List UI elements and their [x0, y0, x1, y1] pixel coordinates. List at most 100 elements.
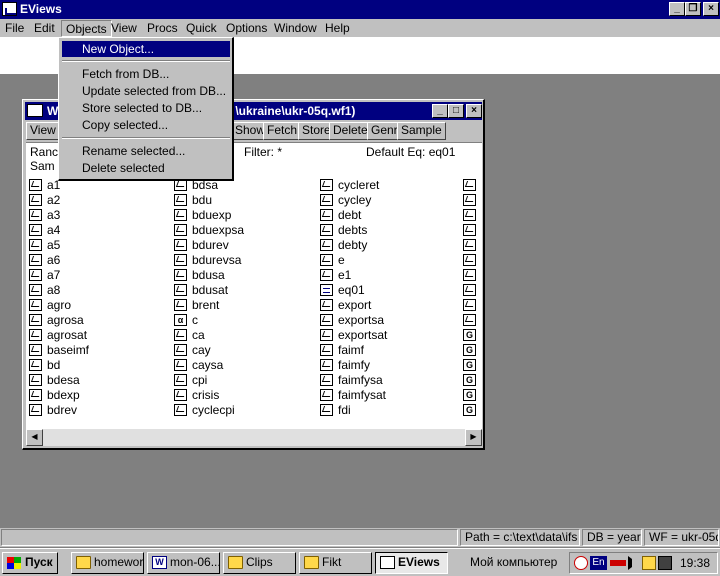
network-icon[interactable] — [574, 556, 588, 570]
app-titlebar: EViews _ ❐ × — [0, 0, 720, 19]
wf-close-icon[interactable]: × — [466, 104, 482, 118]
series-icon — [320, 269, 333, 281]
objects-menu: New Object... Fetch from DB... Update se… — [58, 37, 234, 181]
my-computer-label[interactable]: Мой компьютер — [470, 555, 557, 569]
series-icon — [29, 314, 42, 326]
start-button[interactable]: Пуск — [2, 552, 58, 574]
status-message — [1, 529, 458, 546]
wf-maximize-icon[interactable]: □ — [448, 104, 464, 118]
menu-update-from-db[interactable]: Update selected from DB... — [62, 83, 230, 99]
system-tray: En 19:38 — [569, 552, 718, 574]
series-icon — [29, 374, 42, 386]
object-name: exportsat — [338, 328, 388, 342]
menu-rename-selected[interactable]: Rename selected... — [62, 143, 230, 159]
task-fikt[interactable]: Fikt — [299, 552, 372, 574]
menu-options[interactable]: Options — [226, 21, 267, 35]
task-eviews[interactable]: EViews — [375, 552, 448, 574]
object-name: a8 — [47, 283, 61, 297]
menu-quick[interactable]: Quick — [186, 21, 217, 35]
object-name: bdexp — [47, 388, 80, 402]
clock[interactable]: 19:38 — [680, 556, 710, 570]
task-word-doc[interactable]: W mon-06... — [147, 552, 220, 574]
eviews-app-icon — [380, 556, 395, 569]
object-name: export — [338, 298, 372, 312]
menu-fetch-from-db[interactable]: Fetch from DB... — [62, 66, 230, 82]
series-icon — [174, 269, 187, 281]
series-icon — [463, 284, 476, 296]
menu-objects[interactable]: Objects — [61, 20, 112, 37]
minimize-icon[interactable]: _ — [669, 2, 685, 16]
filter-label[interactable]: Filter: * — [244, 145, 282, 159]
group-icon: G — [463, 359, 476, 371]
group-icon: G — [463, 329, 476, 341]
series-icon — [463, 254, 476, 266]
series-icon — [29, 194, 42, 206]
series-icon — [174, 194, 187, 206]
task-clips[interactable]: Clips — [223, 552, 296, 574]
equation-icon — [320, 284, 333, 296]
restore-icon[interactable]: ❐ — [685, 2, 701, 16]
menu-procs[interactable]: Procs — [147, 21, 178, 35]
language-indicator[interactable]: En — [590, 556, 607, 570]
object-name: e1 — [338, 268, 352, 282]
workfile-hscrollbar[interactable]: ◀ ▶ — [26, 429, 482, 446]
taskbar: Пуск homework W mon-06... Clips Fikt EVi… — [0, 548, 720, 576]
task-homework[interactable]: homework — [71, 552, 144, 574]
object-name: faimf — [338, 343, 365, 357]
series-icon — [320, 239, 333, 251]
monitor-icon[interactable] — [658, 556, 672, 570]
menu-separator — [62, 137, 230, 139]
menu-file[interactable]: File — [5, 21, 24, 35]
object-name: cay — [192, 343, 211, 357]
wf-sample-button[interactable]: Sample — [397, 122, 446, 140]
plug-icon[interactable] — [610, 560, 626, 566]
menu-separator — [62, 60, 230, 62]
object-name: a2 — [47, 193, 61, 207]
menu-help[interactable]: Help — [325, 21, 350, 35]
group-icon: G — [463, 374, 476, 386]
wf-fetch-button[interactable]: Fetch — [263, 122, 302, 140]
menu-view[interactable]: View — [111, 21, 137, 35]
series-icon — [174, 404, 187, 416]
app-title: EViews — [20, 2, 62, 16]
close-icon[interactable]: × — [703, 2, 719, 16]
eviews-app-icon[interactable] — [2, 2, 17, 16]
series-icon — [320, 209, 333, 221]
speaker-icon[interactable] — [628, 556, 638, 570]
menu-delete-selected[interactable]: Delete selected — [62, 160, 230, 176]
object-name: bd — [47, 358, 61, 372]
scroll-left-icon[interactable]: ◀ — [26, 429, 43, 446]
object-name: crisis — [192, 388, 220, 402]
object-name: debt — [338, 208, 362, 222]
object-name: agrosat — [47, 328, 88, 342]
object-name: cpi — [192, 373, 208, 387]
menu-edit[interactable]: Edit — [34, 21, 55, 35]
printer-icon[interactable] — [642, 556, 656, 570]
menu-store-to-db[interactable]: Store selected to DB... — [62, 100, 230, 116]
series-icon — [320, 254, 333, 266]
series-icon — [29, 224, 42, 236]
menu-copy-selected[interactable]: Copy selected... — [62, 117, 230, 133]
menubar: File Edit Objects View Procs Quick Optio… — [0, 19, 720, 37]
series-icon — [463, 299, 476, 311]
menu-window[interactable]: Window — [274, 21, 317, 35]
series-icon — [174, 329, 187, 341]
scroll-right-icon[interactable]: ▶ — [465, 429, 482, 446]
series-icon — [320, 344, 333, 356]
folder-icon — [76, 556, 91, 569]
series-icon — [320, 329, 333, 341]
object-name: cycleret — [338, 178, 380, 192]
sample-label[interactable]: Sam — [30, 159, 55, 173]
series-icon — [29, 284, 42, 296]
series-icon — [320, 389, 333, 401]
object-name: baseimf — [47, 343, 90, 357]
wf-view-button[interactable]: View — [26, 122, 60, 140]
wf-minimize-icon[interactable]: _ — [432, 104, 448, 118]
object-name: a3 — [47, 208, 61, 222]
menu-new-object[interactable]: New Object... — [62, 41, 230, 57]
series-icon — [29, 359, 42, 371]
object-name: bduexp — [192, 208, 232, 222]
wf-delete-button[interactable]: Delete — [329, 122, 372, 140]
task-label: homework — [94, 555, 144, 569]
range-label[interactable]: Ranc — [30, 145, 58, 159]
